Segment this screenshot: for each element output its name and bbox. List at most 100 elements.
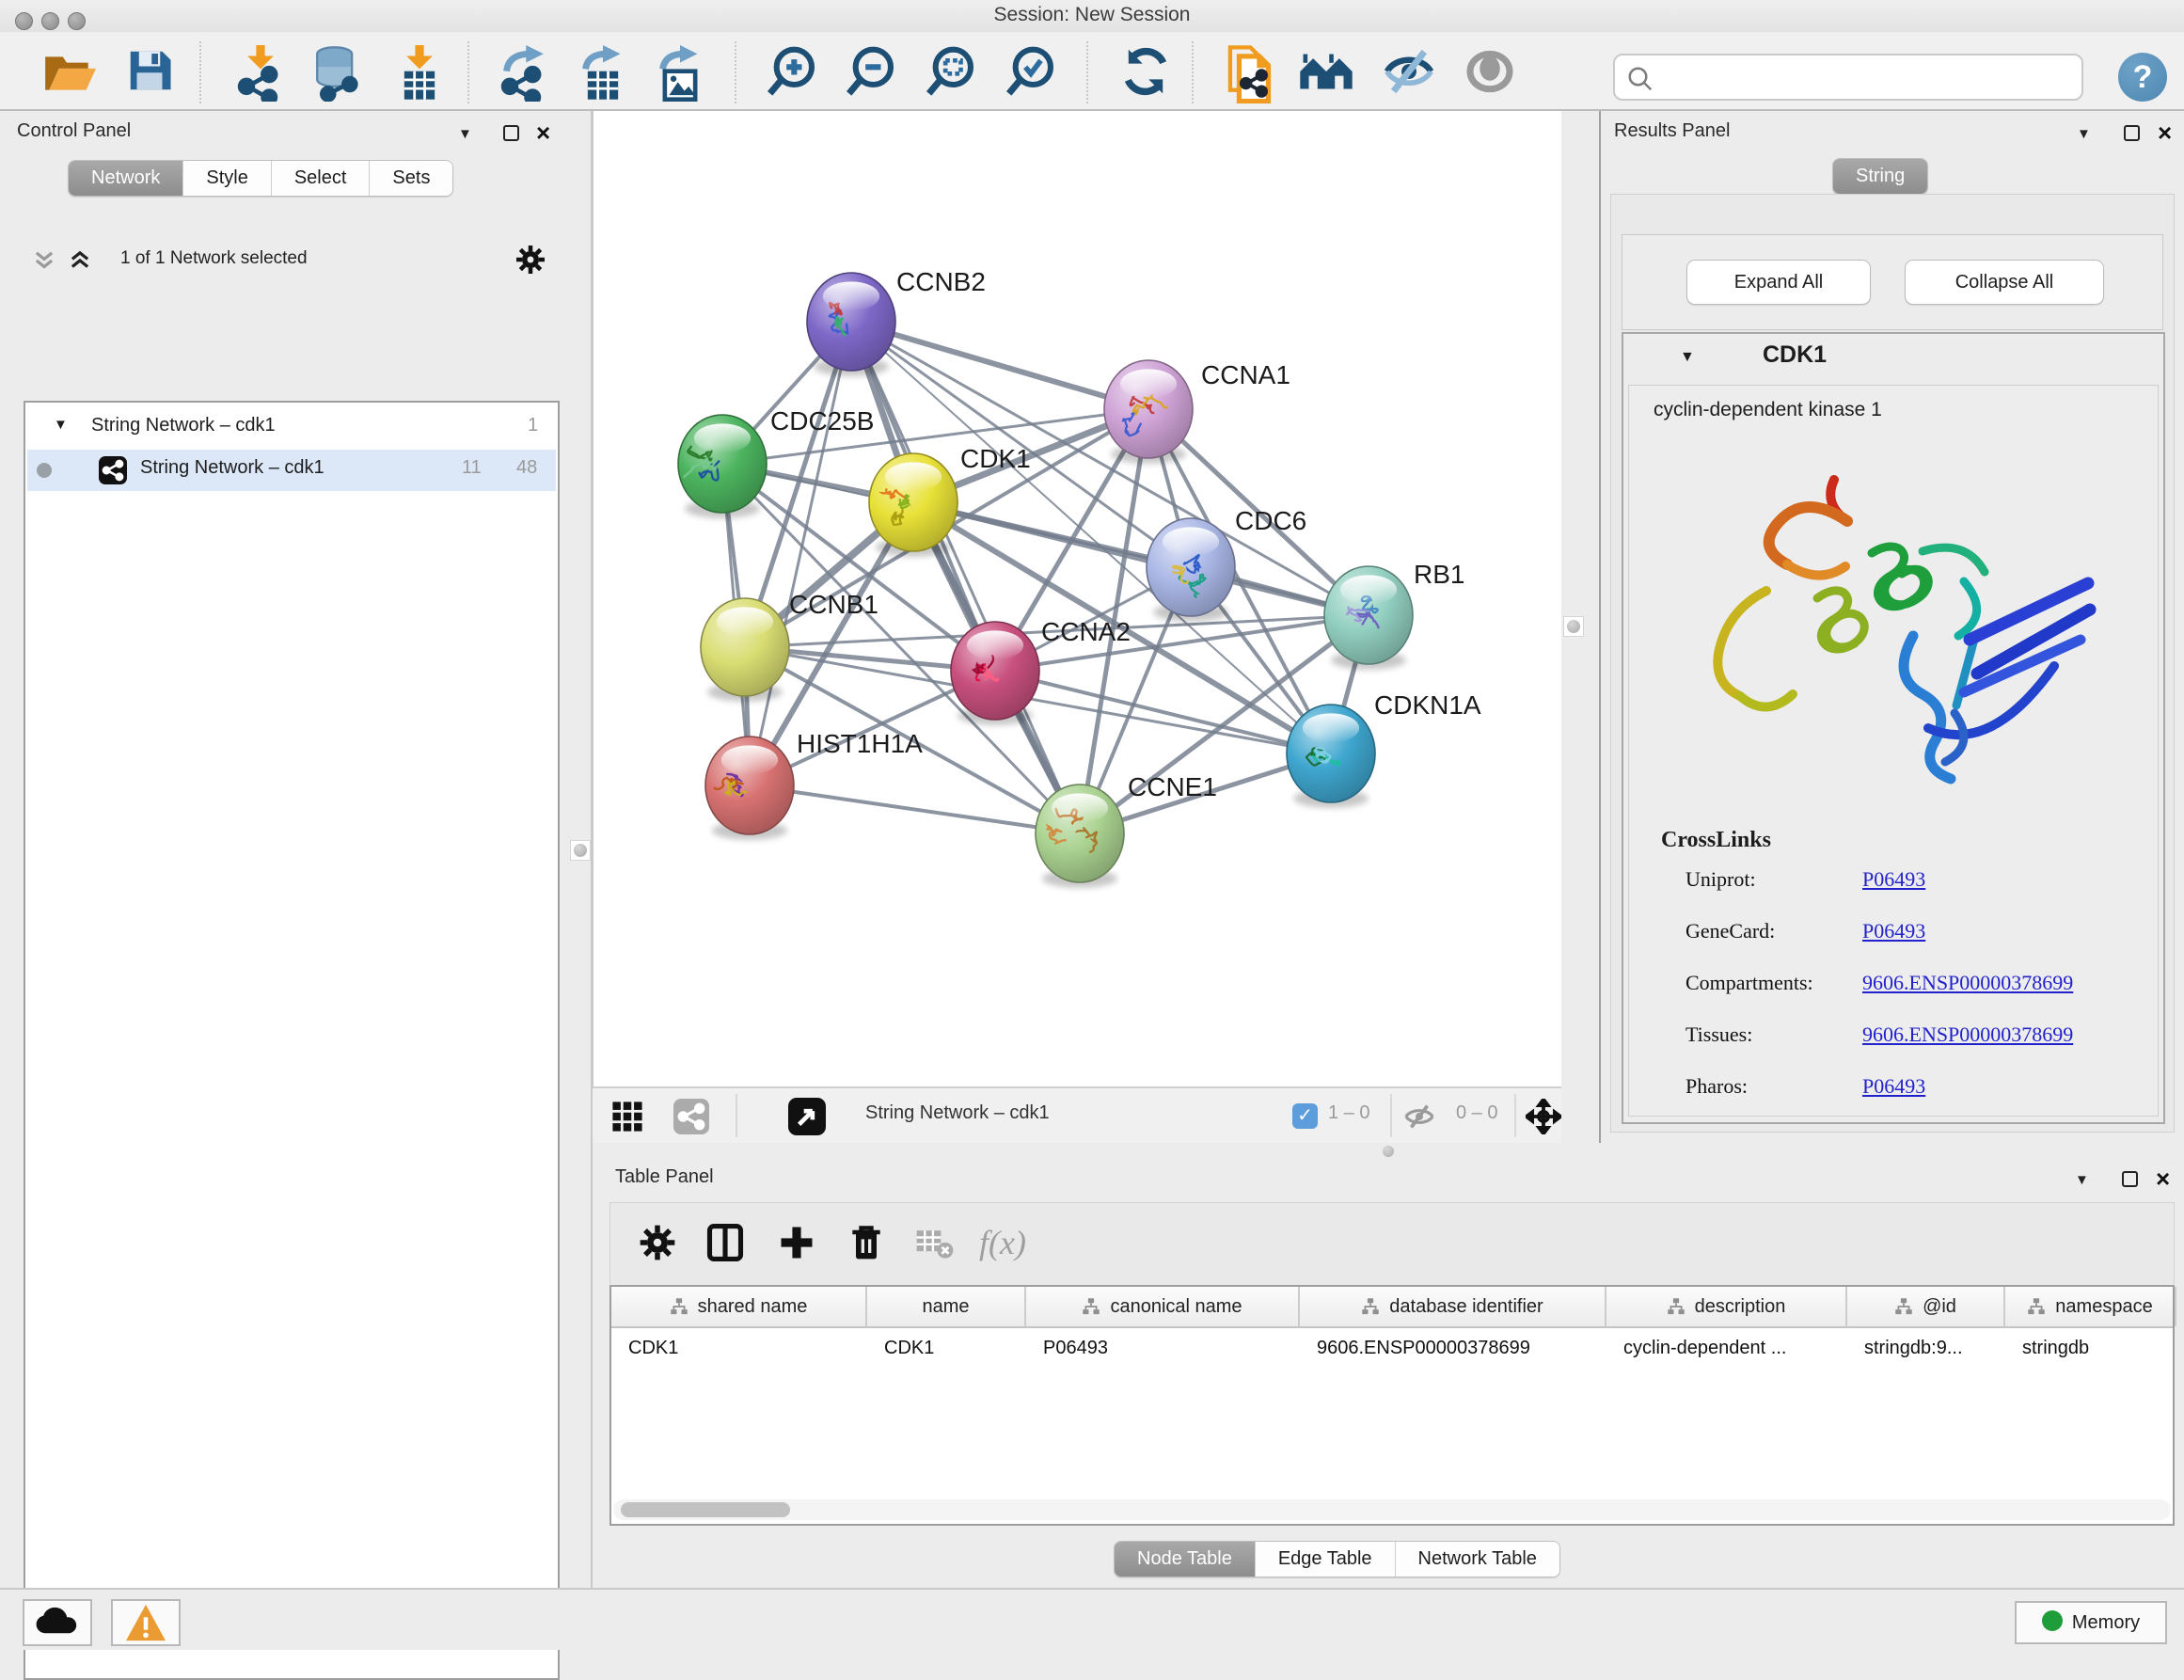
network-node-count: 11 <box>462 457 482 479</box>
tab-edge-table[interactable]: Edge Table <box>1255 1542 1395 1577</box>
panel-close-icon[interactable]: × <box>2156 1171 2170 1187</box>
network-options-gear-icon[interactable] <box>514 243 547 277</box>
expand-all-button[interactable]: Expand All <box>1686 260 1871 305</box>
svg-text:CCNA2: CCNA2 <box>1041 617 1131 646</box>
column-header-canonical-name[interactable]: canonical name <box>1026 1287 1300 1326</box>
crosslink-row: Compartments: 9606.ENSP00000378699 <box>1629 971 2156 1022</box>
open-session-icon[interactable] <box>41 45 96 100</box>
table-cell[interactable]: 9606.ENSP00000378699 <box>1300 1328 1606 1368</box>
crosslink-label: Tissues: <box>1685 1022 1752 1047</box>
export-image-icon[interactable] <box>653 45 707 100</box>
zoom-selected-icon[interactable] <box>1005 45 1059 100</box>
panel-close-icon[interactable]: × <box>2158 125 2172 141</box>
hidden-eye-icon[interactable] <box>1403 1101 1435 1133</box>
table-cell[interactable]: stringdb <box>2005 1328 2176 1368</box>
refresh-network-icon[interactable] <box>1119 45 1174 100</box>
table-toolbar: f(x) <box>609 1202 2175 1284</box>
birds-eye-view-icon[interactable] <box>788 1098 826 1135</box>
first-neighbors-icon[interactable] <box>1298 45 1353 100</box>
network-collection-row[interactable]: ▼ String Network – cdk1 1 <box>27 410 556 448</box>
tab-node-table[interactable]: Node Table <box>1115 1542 1255 1577</box>
tab-network[interactable]: Network <box>69 161 182 196</box>
table-cell[interactable]: stringdb:9... <box>1847 1328 2005 1368</box>
zoom-in-icon[interactable] <box>766 45 820 100</box>
network-row-selected[interactable]: String Network – cdk1 11 48 <box>27 450 556 491</box>
fit-content-crosshair-icon[interactable] <box>1526 1099 1561 1134</box>
panel-float-icon[interactable] <box>503 125 519 141</box>
warning-status-button[interactable] <box>111 1599 181 1646</box>
expand-all-networks-icon[interactable] <box>68 248 92 273</box>
panel-close-icon[interactable]: × <box>536 125 550 141</box>
title-bar: Session: New Session <box>0 0 2184 32</box>
import-network-icon[interactable] <box>233 45 288 100</box>
collapse-all-networks-icon[interactable] <box>32 248 56 273</box>
crosslink-link[interactable]: 9606.ENSP00000378699 <box>1862 971 2073 995</box>
tab-sets[interactable]: Sets <box>369 161 452 196</box>
panel-float-icon[interactable] <box>2122 1171 2138 1187</box>
crosslink-link[interactable]: 9606.ENSP00000378699 <box>1862 1022 2073 1047</box>
column-header-description[interactable]: description <box>1606 1287 1847 1326</box>
panel-collapse-icon[interactable]: ▼ <box>2077 126 2091 142</box>
status-separator <box>1390 1094 1392 1137</box>
collapse-all-button[interactable]: Collapse All <box>1905 260 2104 305</box>
gene-description: cyclin-dependent kinase 1 <box>1654 399 1882 421</box>
import-table-icon[interactable] <box>393 45 448 100</box>
network-selected-count: 1 of 1 Network selected <box>120 248 308 269</box>
tab-select[interactable]: Select <box>271 161 370 196</box>
scrollbar-thumb[interactable] <box>621 1502 790 1517</box>
import-network-from-database-icon[interactable] <box>309 45 363 100</box>
table-hscrollbar[interactable] <box>613 1499 2171 1520</box>
add-column-icon[interactable] <box>776 1222 817 1263</box>
save-session-icon[interactable] <box>124 45 179 100</box>
crosslink-row: Pharos:P06493 <box>1629 1074 2156 1126</box>
right-splitter-handle[interactable] <box>1563 616 1584 637</box>
table-header-row: shared namenamecanonical namedatabase id… <box>611 1287 2173 1328</box>
tab-network-table[interactable]: Network Table <box>1395 1542 1559 1577</box>
tab-string[interactable]: String <box>1833 159 1927 194</box>
table-cell[interactable]: CDK1 <box>867 1328 1026 1368</box>
zoom-fit-icon[interactable] <box>925 45 979 100</box>
tab-style[interactable]: Style <box>182 161 270 196</box>
section-expander-icon[interactable]: ▼ <box>1680 349 1695 366</box>
zoom-out-icon[interactable] <box>845 45 899 100</box>
cloud-status-button[interactable] <box>23 1599 92 1646</box>
column-header-shared-name[interactable]: shared name <box>611 1287 867 1326</box>
crosslink-link[interactable]: P06493 <box>1862 1074 1925 1099</box>
panel-collapse-icon[interactable]: ▼ <box>458 126 472 142</box>
search-input[interactable] <box>1668 59 2076 97</box>
selected-nodes-checkbox[interactable]: ✓ <box>1292 1103 1318 1129</box>
table-cell[interactable]: cyclin-dependent ... <box>1606 1328 1847 1368</box>
network-canvas[interactable]: CCNB2CCNA1CDC25BCDK1CDC6RB1CCNB1CCNA2CDK… <box>593 111 1561 1086</box>
panel-collapse-icon[interactable]: ▼ <box>2075 1172 2089 1188</box>
crosslink-link[interactable]: P06493 <box>1862 919 1925 943</box>
hide-selected-icon[interactable] <box>1383 45 1437 100</box>
horizontal-splitter-handle[interactable] <box>1383 1146 1394 1157</box>
export-network-icon[interactable] <box>497 45 551 100</box>
column-type-icon <box>1361 1297 1380 1316</box>
grid-view-icon[interactable] <box>611 1101 643 1133</box>
table-row[interactable]: CDK1CDK1P064939606.ENSP00000378699cyclin… <box>611 1328 2173 1368</box>
panel-float-icon[interactable] <box>2124 125 2140 141</box>
column-header-namespace[interactable]: namespace <box>2005 1287 2176 1326</box>
tree-expander-icon[interactable]: ▼ <box>54 417 68 433</box>
new-network-from-selection-icon[interactable] <box>1221 45 1275 100</box>
memory-button[interactable]: Memory <box>2015 1601 2167 1644</box>
table-cell[interactable]: CDK1 <box>611 1328 867 1368</box>
left-splitter-handle[interactable] <box>570 840 591 861</box>
show-columns-icon[interactable] <box>704 1222 746 1263</box>
column-type-icon <box>670 1297 688 1316</box>
crosslink-label: Compartments: <box>1685 971 1813 995</box>
node-table: shared namenamecanonical namedatabase id… <box>609 1285 2175 1526</box>
help-icon[interactable]: ? <box>2118 53 2167 102</box>
svg-text:HIST1H1A: HIST1H1A <box>797 729 923 758</box>
show-all-icon[interactable] <box>1464 45 1518 100</box>
column-header-name[interactable]: name <box>867 1287 1026 1326</box>
column-header-database-identifier[interactable]: database identifier <box>1300 1287 1606 1326</box>
table-cell[interactable]: P06493 <box>1026 1328 1300 1368</box>
crosslink-link[interactable]: P06493 <box>1862 867 1925 892</box>
delete-column-icon[interactable] <box>846 1222 887 1263</box>
string-view-icon[interactable] <box>673 1099 709 1134</box>
table-options-gear-icon[interactable] <box>637 1222 678 1263</box>
column-header--id[interactable]: @id <box>1847 1287 2005 1326</box>
export-table-icon[interactable] <box>576 45 630 100</box>
